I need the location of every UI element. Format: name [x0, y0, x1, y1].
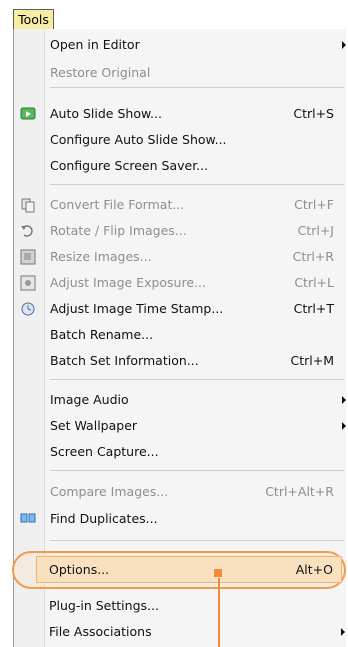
resize-icon [20, 249, 36, 265]
menu-item-screen-capture[interactable]: Screen Capture... [14, 439, 346, 465]
menu-item-adjust-image-exposure[interactable]: Adjust Image Exposure... Ctrl+L [14, 270, 346, 296]
menu-item-shortcut: Ctrl+S [293, 106, 334, 121]
menu-item-batch-rename[interactable]: Batch Rename... [14, 322, 346, 348]
menu-item-shortcut: Ctrl+F [294, 197, 334, 212]
menu-item-rotate-flip-images[interactable]: Rotate / Flip Images... Ctrl+J [14, 218, 346, 244]
menu-item-find-duplicates[interactable]: Find Duplicates... [14, 506, 346, 532]
menu-item-label: Set Wallpaper [50, 418, 138, 433]
menu-item-shortcut: Ctrl+R [292, 249, 334, 264]
menu-item-label: Configure Screen Saver... [50, 158, 209, 173]
submenu-arrow-icon [342, 396, 346, 404]
submenu-arrow-icon [342, 422, 346, 430]
menu-item-plugin-settings[interactable]: Plug-in Settings... [13, 593, 346, 619]
menu-item-auto-slide-show[interactable]: Auto Slide Show... Ctrl+S [14, 101, 346, 127]
menu-item-configure-screen-saver[interactable]: Configure Screen Saver... [14, 153, 346, 179]
menu-item-label: Adjust Image Exposure... [50, 275, 206, 290]
menu-item-label: Configure Auto Slide Show... [50, 132, 227, 147]
menu-item-label: Auto Slide Show... [50, 106, 162, 121]
menu-item-convert-file-format[interactable]: Convert File Format... Ctrl+F [14, 192, 346, 218]
menu-item-label: Open in Editor [50, 37, 140, 52]
tools-menu-title: Tools [18, 12, 49, 27]
menu-item-configure-auto-slide-show[interactable]: Configure Auto Slide Show... [14, 127, 346, 153]
menu-item-image-audio[interactable]: Image Audio [14, 387, 346, 413]
timestamp-icon [20, 301, 36, 317]
menu-item-batch-set-information[interactable]: Batch Set Information... Ctrl+M [14, 348, 346, 374]
menu-item-shortcut: Ctrl+T [293, 301, 334, 316]
menu-item-label: Image Audio [50, 392, 129, 407]
submenu-arrow-icon [342, 41, 346, 49]
menu-item-options[interactable]: Options... Alt+O [13, 557, 346, 583]
menu-item-shortcut: Ctrl+L [294, 275, 334, 290]
rotate-icon [20, 223, 36, 239]
menu-item-label: Options... [49, 562, 110, 577]
menu-item-set-wallpaper[interactable]: Set Wallpaper [14, 413, 346, 439]
menu-separator [50, 540, 344, 541]
convert-icon [20, 197, 36, 213]
menu-item-compare-images[interactable]: Compare Images... Ctrl+Alt+R [14, 479, 346, 505]
menu-item-label: Rotate / Flip Images... [50, 223, 187, 238]
menu-item-restore-original[interactable]: Restore Original [14, 60, 346, 86]
menu-item-shortcut: Ctrl+J [297, 223, 334, 238]
menu-item-label: Restore Original [50, 65, 151, 80]
tools-menu-tab[interactable]: Tools [13, 9, 54, 30]
menu-item-shortcut: Ctrl+Alt+R [265, 484, 334, 499]
menu-item-open-in-editor[interactable]: Open in Editor [14, 32, 346, 58]
menu-item-resize-images[interactable]: Resize Images... Ctrl+R [14, 244, 346, 270]
menu-separator [50, 470, 344, 471]
menu-item-label: Convert File Format... [50, 197, 185, 212]
menu-item-adjust-image-time-stamp[interactable]: Adjust Image Time Stamp... Ctrl+T [14, 296, 346, 322]
menu-item-label: Resize Images... [50, 249, 152, 264]
menu-item-label: Batch Rename... [50, 327, 154, 342]
menu-item-label: Plug-in Settings... [49, 598, 159, 613]
menu-item-label: Screen Capture... [50, 444, 159, 459]
menu-separator [50, 379, 344, 380]
submenu-arrow-icon [341, 628, 345, 636]
annotation-pointer-line [218, 578, 220, 647]
menu-separator [50, 87, 344, 88]
menu-item-label: Find Duplicates... [50, 511, 158, 526]
menu-separator [50, 184, 344, 185]
menu-item-file-associations[interactable]: File Associations [13, 619, 346, 645]
menu-item-label: File Associations [49, 624, 152, 639]
menu-item-label: Adjust Image Time Stamp... [50, 301, 224, 316]
menu-item-shortcut: Alt+O [295, 562, 333, 577]
duplicates-icon [20, 511, 36, 527]
exposure-icon [20, 275, 36, 291]
slideshow-icon [20, 106, 36, 122]
menu-item-label: Batch Set Information... [50, 353, 199, 368]
menu-item-label: Compare Images... [50, 484, 169, 499]
annotation-pointer-dot [214, 569, 222, 577]
menu-item-shortcut: Ctrl+M [290, 353, 335, 368]
